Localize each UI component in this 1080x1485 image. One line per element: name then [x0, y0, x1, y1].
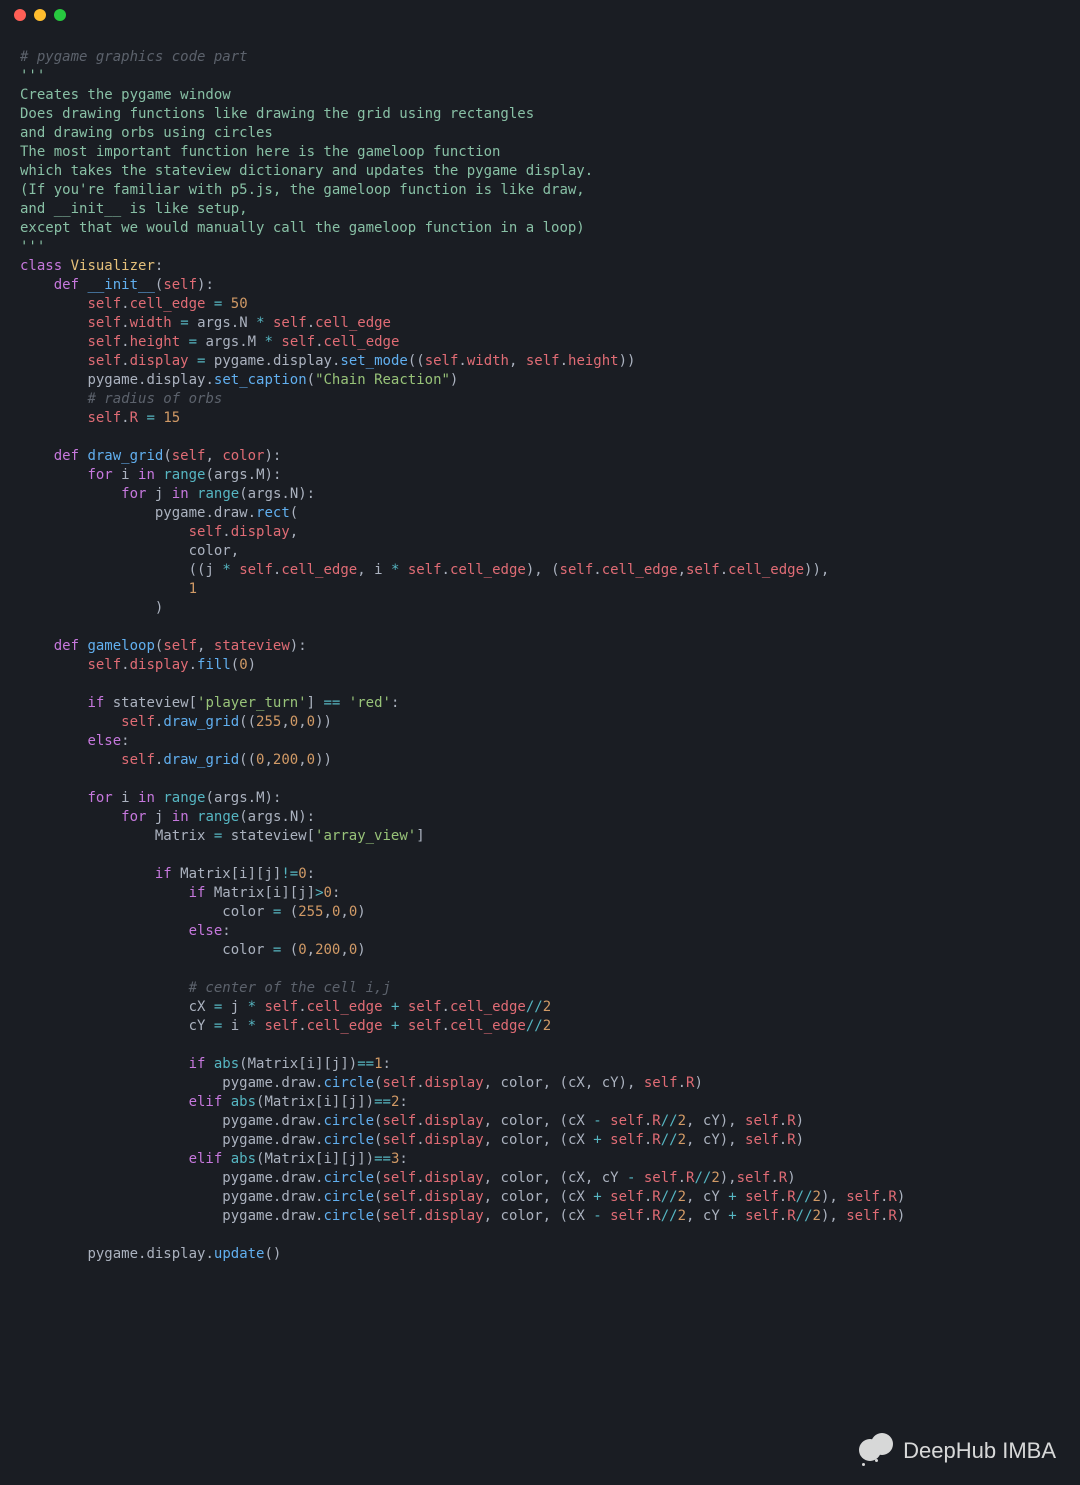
watermark: DeepHub IMBA	[859, 1433, 1056, 1467]
docstring-line: and __init__ is like setup,	[20, 201, 248, 217]
docstring-line: and drawing orbs using circles	[20, 125, 273, 141]
kw-def: def	[54, 277, 79, 293]
comment-line: # radius of orbs	[87, 391, 222, 407]
minimize-icon[interactable]	[34, 9, 46, 21]
docstring-line: which takes the stateview dictionary and…	[20, 163, 593, 179]
docstring-line: (If you're familiar with p5.js, the game…	[20, 182, 585, 198]
docstring-line: The most important function here is the …	[20, 144, 500, 160]
wechat-icon	[859, 1433, 893, 1467]
close-icon[interactable]	[14, 9, 26, 21]
comment-line: # pygame graphics code part	[20, 49, 248, 65]
docstring-line: Does drawing functions like drawing the …	[20, 106, 534, 122]
zoom-icon[interactable]	[54, 9, 66, 21]
kw-class: class	[20, 258, 62, 274]
param-self: self	[163, 277, 197, 293]
docstring-line: except that we would manually call the g…	[20, 220, 585, 236]
docstring-open: '''	[20, 68, 45, 84]
fn-init: __init__	[87, 277, 154, 293]
watermark-text: DeepHub IMBA	[903, 1441, 1056, 1460]
docstring-close: '''	[20, 239, 45, 255]
docstring-line: Creates the pygame window	[20, 87, 231, 103]
fn-drawgrid: draw_grid	[87, 448, 163, 464]
comment-line: # center of the cell i,j	[189, 980, 391, 996]
window-titlebar	[0, 0, 1080, 30]
fn-gameloop: gameloop	[87, 638, 154, 654]
code-block: # pygame graphics code part ''' Creates …	[0, 30, 1080, 1284]
class-name: Visualizer	[71, 258, 155, 274]
